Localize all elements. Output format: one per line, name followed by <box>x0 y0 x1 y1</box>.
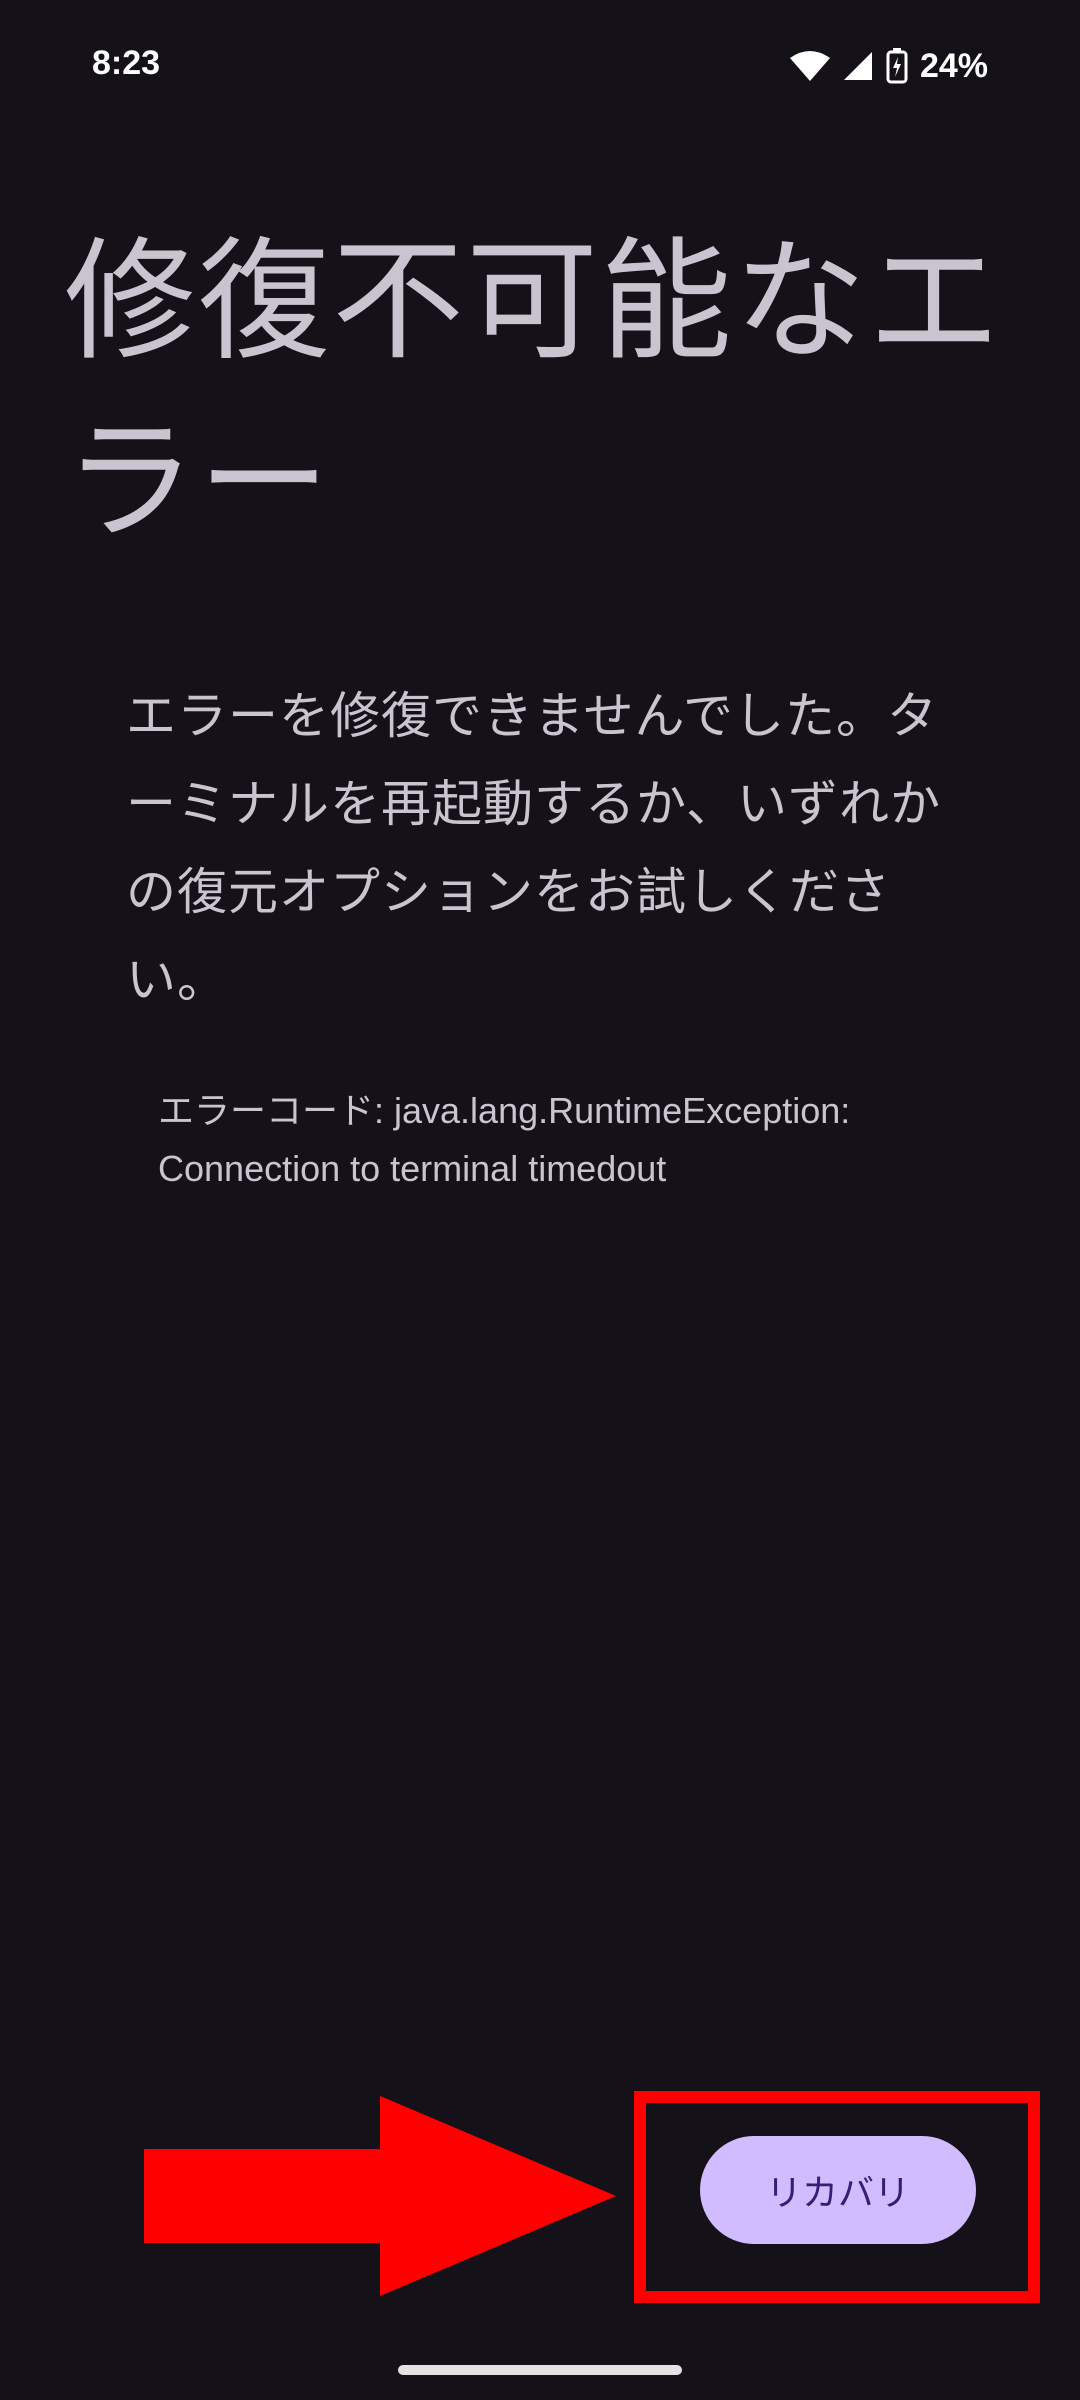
error-description: エラーを修復できませんでした。ターミナルを再起動するか、いずれかの復元オプション… <box>126 687 941 1009</box>
battery-charging-icon <box>886 48 908 84</box>
status-time: 8:23 <box>92 44 161 82</box>
error-code: エラーコード: java.lang.RuntimeException: Conn… <box>158 1082 938 1198</box>
status-icons: 24% <box>789 44 988 88</box>
error-code-line-1: エラーコード: java.lang.RuntimeException: <box>158 1090 851 1131</box>
status-bar: 8:23 24% <box>0 0 1080 130</box>
battery-percentage: 24% <box>919 46 988 85</box>
wifi-icon <box>789 50 830 82</box>
gesture-nav-handle[interactable] <box>398 2365 682 2375</box>
recovery-button[interactable]: リカバリ <box>700 2136 976 2244</box>
error-code-line-2: Connection to terminal timedout <box>158 1148 667 1189</box>
cell-signal-icon <box>842 50 874 82</box>
page-title: 修復不可能なエラー <box>64 225 1002 559</box>
annotation-arrow-icon <box>144 2096 616 2296</box>
